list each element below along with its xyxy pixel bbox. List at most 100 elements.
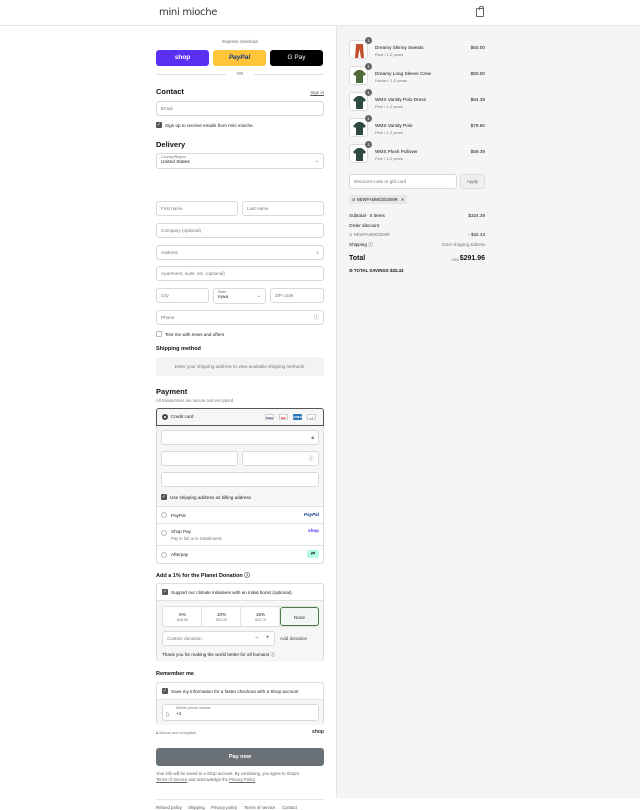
total-savings: ⊘ TOTAL SAVINGS $32.43 xyxy=(349,268,404,273)
terms-of-service-link[interactable]: Terms of service xyxy=(244,805,275,810)
custom-donation-field[interactable]: Custom donation − + xyxy=(162,631,275,646)
product-price: $50.00 xyxy=(470,71,485,76)
quantity-badge: 1 xyxy=(365,37,372,44)
info-icon[interactable]: ⓘ xyxy=(271,652,276,657)
discount-code-field[interactable]: Discount code or gift card xyxy=(349,174,457,189)
help-icon[interactable]: ⓘ xyxy=(368,242,373,247)
paypal-option[interactable]: PayPal PayPal xyxy=(157,506,323,523)
product-variant: Rust / 1-2 years xyxy=(375,52,404,57)
store-logo[interactable]: mini mioche xyxy=(159,7,217,18)
help-icon[interactable]: ⓘ xyxy=(314,315,319,321)
sign-in-link[interactable]: Sign in xyxy=(310,90,324,95)
shop-pay-logo: shop xyxy=(308,528,319,533)
shop-pay-radio[interactable] xyxy=(161,530,167,536)
help-icon[interactable]: ⓘ xyxy=(309,456,314,462)
save-info-label: Save my information for a faster checkou… xyxy=(171,688,299,694)
plus-icon[interactable]: + xyxy=(266,632,270,645)
product-price: $59.39 xyxy=(470,149,485,154)
state-select[interactable]: State Iowa ⌄ xyxy=(213,288,266,304)
donation-option-15[interactable]: 15% $43.79 xyxy=(241,607,280,626)
currency-code: USD xyxy=(450,258,459,262)
product-price: $60.00 xyxy=(470,45,485,50)
mobile-phone-icon: ▯ xyxy=(166,712,169,718)
privacy-policy-link[interactable]: Privacy policy xyxy=(211,805,237,810)
applied-discount-code: ⊘ NEWFAMMO25MR xyxy=(349,232,390,237)
product-variant: Hunter / 1-2 years xyxy=(375,78,408,83)
product-name: Dreamy Skinny Sweats xyxy=(375,45,424,50)
last-name-field[interactable]: Last name xyxy=(242,201,324,216)
minus-icon[interactable]: − xyxy=(255,632,259,645)
email-field[interactable]: Email xyxy=(156,101,324,116)
billing-same-checkbox[interactable]: ✓ xyxy=(161,494,167,500)
info-icon[interactable]: ⓘ xyxy=(244,573,250,579)
add-donation-button[interactable]: Add donation xyxy=(280,636,307,641)
legal-text: Your info will be saved to a Shop accoun… xyxy=(156,771,300,782)
paypal-logo: PayPal xyxy=(303,512,319,517)
city-field[interactable]: City xyxy=(156,288,209,303)
text-me-checkbox[interactable] xyxy=(156,331,162,337)
product-variant: Pine / 1-2 years xyxy=(375,130,404,135)
afterpay-option[interactable]: Afterpay ⇄ xyxy=(157,545,323,563)
shipping-policy-link[interactable]: Shipping xyxy=(188,805,205,810)
contact-link[interactable]: Contact xyxy=(282,805,297,810)
save-info-checkbox[interactable]: ✓ xyxy=(162,688,168,694)
phone-field[interactable]: Phone ⓘ xyxy=(156,310,324,325)
mobile-phone-field[interactable]: ▯ Mobile phone number +1 xyxy=(162,704,319,721)
afterpay-logo-icon: ⇄ xyxy=(307,550,319,558)
paypal-radio[interactable] xyxy=(161,512,167,518)
company-field[interactable]: Company (optional) xyxy=(156,223,324,238)
product-name: WMS Plush Pullover xyxy=(375,149,418,154)
apartment-field[interactable]: Apartment, suite, etc. (optional) xyxy=(156,266,324,281)
donation-checkbox[interactable]: ✓ xyxy=(162,589,168,595)
cart-line-item: 1 Dreamy Long Sleeve Crew Hunter / 1-2 y… xyxy=(349,63,485,88)
subscribe-label: Sign up to receive emails from mini mioc… xyxy=(165,122,254,128)
close-icon[interactable]: ✕ xyxy=(401,197,405,202)
credit-card-radio[interactable] xyxy=(162,414,168,420)
credit-card-option[interactable]: Credit card VISA MC AMEX +4 xyxy=(156,408,324,426)
expiration-field[interactable] xyxy=(161,451,238,466)
shop-pay-sublabel: Pay in full or in installments xyxy=(171,536,222,541)
shop-pay-option[interactable]: Shop Pay Pay in full or in installments … xyxy=(157,523,323,545)
afterpay-label: Afterpay xyxy=(171,552,189,557)
tag-icon: ⊘ xyxy=(352,197,356,202)
google-pay-button[interactable]: G Pay xyxy=(270,50,323,66)
terms-link[interactable]: Terms of Service xyxy=(156,777,187,782)
text-me-label: Text me with news and offers xyxy=(165,331,225,337)
donation-support-label: Support our climate initiatives with an … xyxy=(171,589,293,595)
apply-discount-button[interactable]: Apply xyxy=(460,174,485,189)
zip-field[interactable]: ZIP code xyxy=(270,288,324,303)
product-variant: Pine / 1-2 years xyxy=(375,156,404,161)
donation-option-10[interactable]: 10% $29.20 xyxy=(202,607,241,626)
order-discount-label: Order discount xyxy=(349,223,380,228)
secure-note: 🔒︎ Secure and encrypted xyxy=(156,731,197,735)
security-code-field[interactable]: ⓘ xyxy=(242,451,319,466)
mastercard-icon: MC xyxy=(279,414,288,420)
quantity-badge: 1 xyxy=(365,63,372,70)
shop-pay-button[interactable]: shop xyxy=(156,50,209,66)
donation-option-none[interactable]: None xyxy=(280,607,319,626)
pay-now-button[interactable]: Pay now xyxy=(156,748,324,766)
subscribe-checkbox[interactable]: ✓ xyxy=(156,122,162,128)
paypal-button[interactable]: PayPal xyxy=(213,50,266,66)
country-select[interactable]: Country/Region United States ⌄ xyxy=(156,153,324,169)
address-field[interactable]: Address ⌕ xyxy=(156,245,324,260)
donation-option-5[interactable]: 5% $16.60 xyxy=(163,607,202,626)
amex-icon: AMEX xyxy=(293,414,302,420)
cart-line-item: 1 WMS Plush Pullover Pine / 1-2 years $5… xyxy=(349,141,485,166)
shipping-method-heading: Shipping method xyxy=(156,346,201,352)
discount-tag: ⊘ NEWFAMMO2025MR ✕ xyxy=(349,195,408,204)
refund-policy-link[interactable]: Refund policy xyxy=(156,805,182,810)
payment-subtitle: All transactions are secure and encrypte… xyxy=(156,398,235,403)
privacy-link[interactable]: Privacy Policy xyxy=(229,777,255,782)
discount-amount: - $32.43 xyxy=(468,232,485,237)
tag-icon: ⊘ xyxy=(349,232,353,237)
chevron-down-icon: ⌄ xyxy=(314,158,319,164)
card-number-field[interactable]: 🔒︎ xyxy=(161,430,319,445)
first-name-field[interactable]: First name xyxy=(156,201,238,216)
shop-logo: shop xyxy=(312,729,324,735)
afterpay-radio[interactable] xyxy=(161,552,167,558)
shopping-bag-icon[interactable] xyxy=(476,6,484,17)
express-checkout-label: Express checkout xyxy=(222,39,258,44)
name-on-card-field[interactable] xyxy=(161,472,319,487)
more-cards-badge: +4 xyxy=(307,414,316,420)
